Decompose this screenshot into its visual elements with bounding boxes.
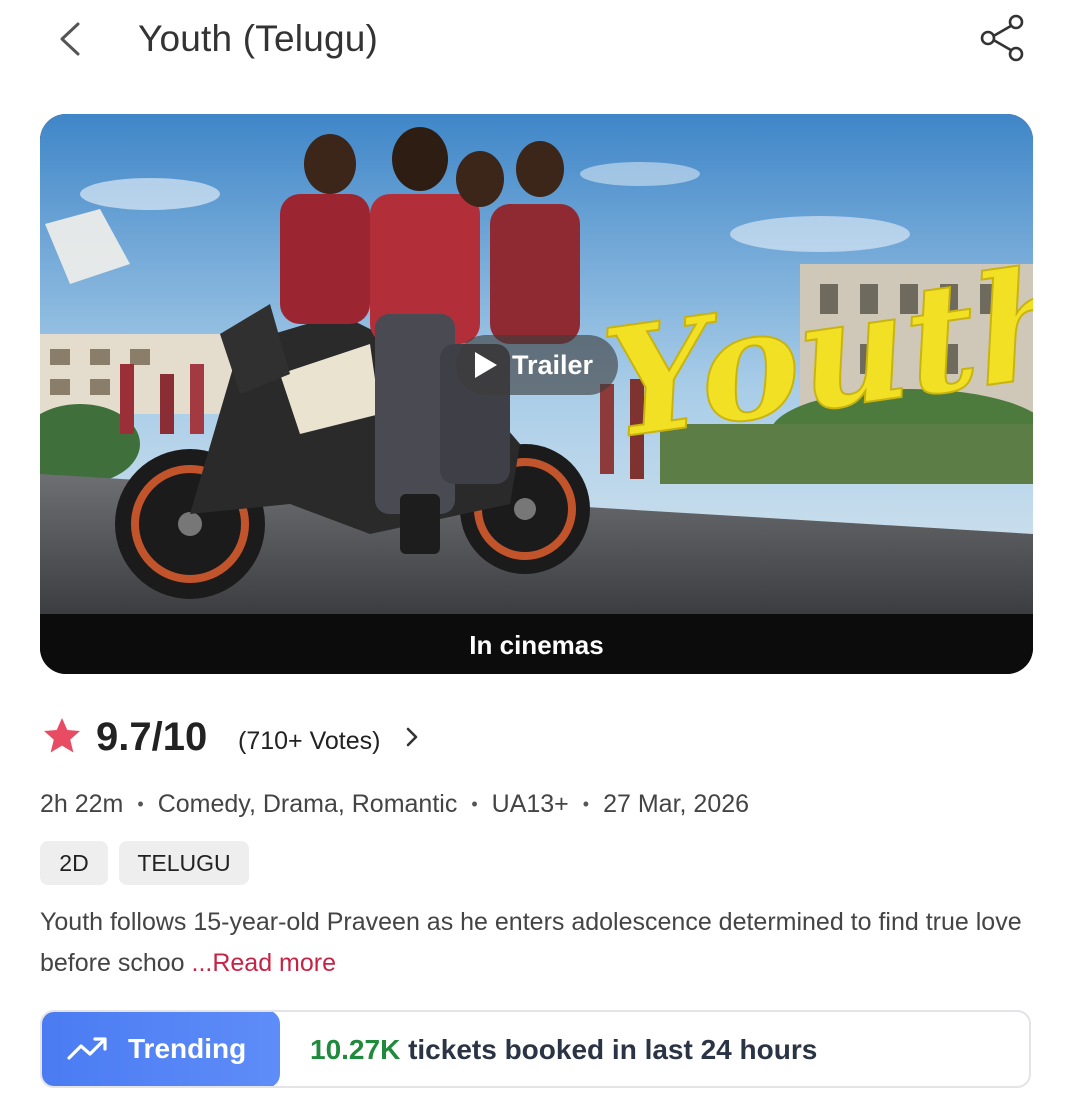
certificate: UA13+: [491, 790, 569, 818]
genres: Comedy, Drama, Romantic: [157, 790, 458, 818]
trending-up-icon: [67, 1037, 107, 1060]
separator: •: [582, 794, 590, 814]
top-bar: Youth (Telugu): [0, 0, 1070, 80]
separator: •: [471, 794, 478, 814]
in-cinemas-banner: In cinemas: [40, 614, 1033, 674]
tag-format: 2D: [40, 841, 108, 885]
rating-votes: (710+ Votes): [238, 727, 381, 755]
read-more-link[interactable]: ...Read more: [192, 949, 337, 977]
trailer-button[interactable]: Trailer: [456, 335, 618, 395]
chevron-left-icon: [60, 22, 80, 56]
trending-card[interactable]: Trending 10.27K tickets booked in last 2…: [40, 1010, 1031, 1088]
trending-label: Trending: [128, 1033, 247, 1064]
play-icon: [475, 352, 497, 378]
back-button[interactable]: [52, 14, 92, 64]
tickets-text: tickets booked in last 24 hours: [400, 1034, 818, 1065]
synopsis: Youth follows 15-year-old Praveen as he …: [40, 902, 1030, 984]
synopsis-text: Youth follows 15-year-old Praveen as he …: [40, 908, 1022, 977]
rating-score: 9.7/10: [96, 715, 208, 759]
chevron-right-icon: [406, 727, 418, 747]
rating-row[interactable]: 9.7/10 (710+ Votes): [40, 712, 540, 762]
share-button[interactable]: [976, 10, 1030, 64]
movie-poster[interactable]: Youth Trailer In cinemas: [40, 114, 1033, 674]
tickets-count: 10.27K: [310, 1034, 401, 1065]
page-title: Youth (Telugu): [138, 18, 379, 59]
trending-badge: Trending: [42, 1012, 280, 1086]
duration: 2h 22m: [40, 790, 124, 818]
trailer-label: Trailer: [512, 350, 594, 380]
separator: •: [137, 794, 144, 814]
tag-language: TELUGU: [119, 841, 249, 885]
movie-meta: 2h 22m • Comedy, Drama, Romantic • UA13+ • 27 …: [40, 784, 749, 824]
star-icon: [44, 718, 80, 753]
tickets-booked: 10.27K tickets booked in last 24 hours: [310, 1012, 818, 1086]
share-icon: [980, 14, 1024, 62]
release-date: 27 Mar, 2026: [603, 790, 750, 818]
